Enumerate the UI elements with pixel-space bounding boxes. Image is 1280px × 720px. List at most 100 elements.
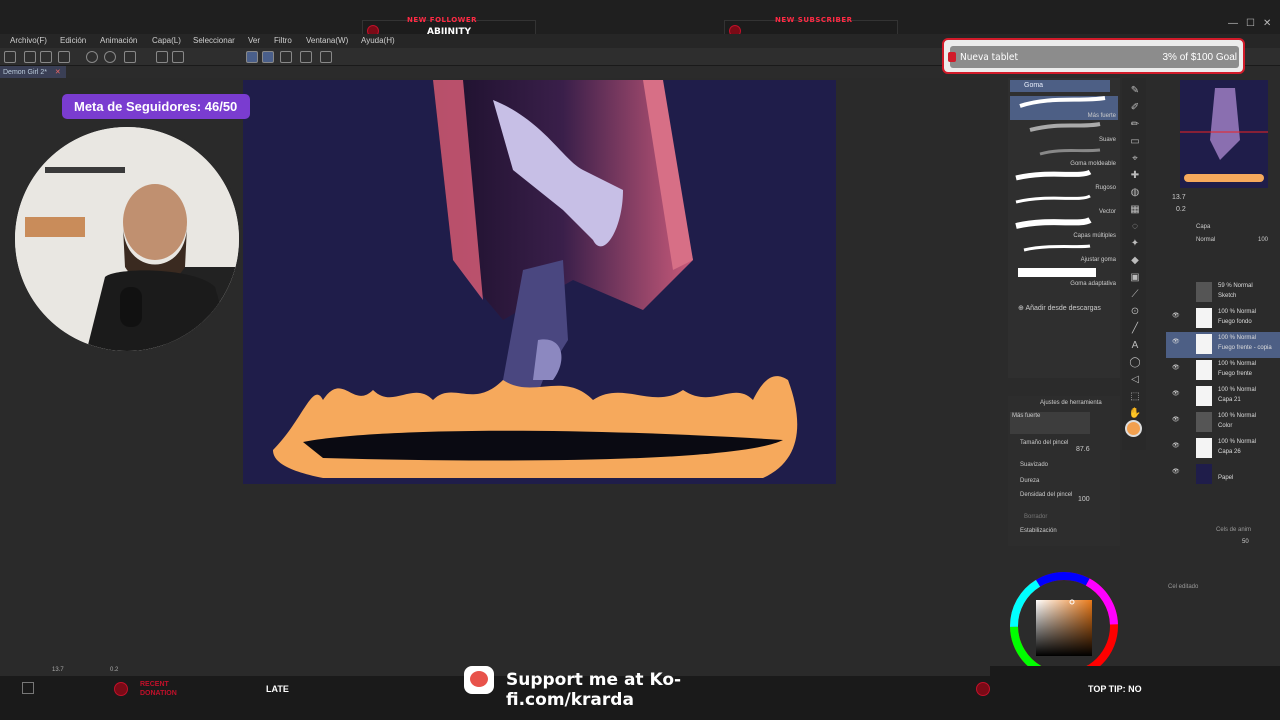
- layer-panel-header: Capa: [1196, 224, 1211, 230]
- folder-icon: [1196, 282, 1212, 302]
- redo-icon[interactable]: [104, 51, 116, 63]
- eye-icon[interactable]: 👁: [1172, 364, 1180, 371]
- transform-icon[interactable]: [172, 51, 184, 63]
- layer-row[interactable]: 59 % Normal Sketch: [1166, 280, 1280, 306]
- eye-icon[interactable]: 👁: [1172, 416, 1180, 423]
- eye-icon[interactable]: 👁: [1172, 390, 1180, 397]
- brush-item[interactable]: Vector: [1010, 192, 1118, 216]
- artwork-canvas[interactable]: [243, 80, 836, 484]
- brush-item[interactable]: Suave: [1010, 120, 1118, 144]
- layer-row[interactable]: 👁 100 % Normal Fuego fondo: [1166, 306, 1280, 332]
- status-zoom[interactable]: 13.7: [52, 667, 64, 673]
- webcam-feed: [15, 127, 239, 351]
- stabilization-label: Estabilización: [1020, 528, 1057, 534]
- density-value[interactable]: 100: [1078, 496, 1090, 503]
- undo-icon[interactable]: [86, 51, 98, 63]
- eye-icon[interactable]: 👁: [1172, 312, 1180, 319]
- layer-name: Capa 26: [1218, 449, 1241, 455]
- layer-row[interactable]: 👁 100 % Normal Capa 26: [1166, 436, 1280, 462]
- open-file-icon[interactable]: [24, 51, 36, 63]
- late-label: LATE: [266, 684, 289, 694]
- help-icon[interactable]: [320, 51, 332, 63]
- eye-icon[interactable]: 👁: [1172, 468, 1180, 475]
- brush-item[interactable]: Más fuerte: [1010, 96, 1118, 120]
- brush-label: Ajustar goma: [1080, 257, 1116, 263]
- brush-panel: Goma Más fuerte Suave Goma moldeable Rug…: [1008, 78, 1120, 378]
- brush-item[interactable]: Ajustar goma: [1010, 240, 1118, 264]
- menu-item-archivo[interactable]: Archivo(F): [10, 36, 47, 45]
- color-wheel-panel: [1008, 552, 1120, 680]
- brush-stroke-preview: [1039, 148, 1101, 156]
- ruler-icon[interactable]: [300, 51, 312, 63]
- animation-opacity[interactable]: 50: [1242, 539, 1249, 545]
- layer-blend: 100 % Normal: [1218, 335, 1257, 341]
- print-icon[interactable]: [58, 51, 70, 63]
- layer-name: Fuego fondo: [1218, 319, 1252, 325]
- menu-item-seleccionar[interactable]: Seleccionar: [193, 36, 235, 45]
- current-color-swatch[interactable]: [1125, 420, 1142, 437]
- brush-label: Goma adaptativa: [1070, 281, 1116, 287]
- title-bar: NEW FOLLOWER ABIINITY NEW SUBSCRIBER —☐✕: [0, 0, 1280, 42]
- brush-size-value[interactable]: 87.6: [1076, 446, 1090, 453]
- blend-mode-select[interactable]: Normal: [1196, 237, 1215, 243]
- layer-blend: 100 % Normal: [1218, 413, 1257, 419]
- layer-name: Capa 21: [1218, 397, 1241, 403]
- brush-stroke-preview: [1019, 96, 1106, 108]
- brush-group-header[interactable]: Goma: [1010, 80, 1110, 92]
- brush-icon[interactable]: [262, 51, 274, 63]
- brush-item[interactable]: Goma moldeable: [1010, 144, 1118, 168]
- layer-thumbnail: [1196, 334, 1212, 354]
- pen-icon[interactable]: [246, 51, 258, 63]
- layer-row[interactable]: 👁 100 % Normal Color: [1166, 410, 1280, 436]
- layer-row[interactable]: 👁 100 % Normal Fuego frente: [1166, 358, 1280, 384]
- layer-name: Papel: [1218, 475, 1234, 481]
- layer-row[interactable]: 👁 100 % Normal Capa 21: [1166, 384, 1280, 410]
- color-wheel[interactable]: [1008, 552, 1120, 680]
- folder-icon: [1196, 412, 1212, 432]
- document-tab[interactable]: Demon Girl 2* ✕: [0, 66, 66, 78]
- status-angle[interactable]: 0.2: [110, 667, 118, 673]
- navigator-angle[interactable]: 0.2: [1176, 206, 1186, 213]
- new-file-icon[interactable]: [4, 51, 16, 63]
- menu-item-edicion[interactable]: Edición: [60, 36, 86, 45]
- eye-icon[interactable]: 👁: [1172, 442, 1180, 449]
- settings-icon[interactable]: [124, 51, 136, 63]
- layer-row[interactable]: 👁 Papel: [1166, 462, 1280, 488]
- window-controls[interactable]: —☐✕: [1228, 18, 1279, 29]
- navigator-preview: [1180, 88, 1280, 182]
- brush-label: Goma moldeable: [1070, 161, 1116, 167]
- layer-opacity[interactable]: 100: [1258, 237, 1268, 243]
- kofi-text: Support me at Ko-fi.com/krarda: [506, 670, 682, 710]
- add-brush-button[interactable]: ⊕ Añadir desde descargas: [1018, 304, 1101, 312]
- close-icon[interactable]: ✕: [55, 69, 61, 76]
- tool-preset[interactable]: Más fuerte: [1010, 412, 1090, 434]
- layer-thumbnail: [1196, 386, 1212, 406]
- layer-name: Sketch: [1218, 293, 1237, 299]
- navigator-thumbnail[interactable]: [1180, 80, 1280, 188]
- panel-toggle-icon[interactable]: [22, 682, 34, 694]
- tool-icons[interactable]: ✎✐✏▭⌖✚◍▦◌✦◆▣⟋⊙╱A◯◁⬚✋⁄: [1128, 82, 1142, 439]
- eye-icon[interactable]: 👁: [1172, 338, 1180, 345]
- recent-donation-label: RECENT DONATION: [140, 681, 177, 697]
- menu-item-ventana[interactable]: Ventana(W): [306, 36, 348, 45]
- menu-item-animacion[interactable]: Animación: [100, 36, 137, 45]
- brush-item[interactable]: Rugoso: [1010, 168, 1118, 192]
- fill-icon[interactable]: [156, 51, 168, 63]
- hardness-label: Dureza: [1020, 478, 1040, 484]
- layer-row-selected[interactable]: 👁 100 % Normal Fuego frente - copia: [1166, 332, 1280, 358]
- edit-icon[interactable]: [280, 51, 292, 63]
- density-label: Densidad del pincel: [1020, 492, 1073, 498]
- brush-item[interactable]: Capas múltiples: [1010, 216, 1118, 240]
- save-icon[interactable]: [40, 51, 52, 63]
- top-tip-label: TOP TIP: NO: [1088, 684, 1142, 694]
- menu-item-ver[interactable]: Ver: [248, 36, 260, 45]
- navigator-zoom[interactable]: 13.7: [1172, 194, 1186, 201]
- kofi-banner[interactable]: Support me at Ko-fi.com/krarda: [464, 666, 784, 710]
- add-brush-label: Añadir desde descargas: [1025, 305, 1101, 312]
- menu-item-capa[interactable]: Capa(L): [152, 36, 181, 45]
- menu-item-filtro[interactable]: Filtro: [274, 36, 292, 45]
- menu-item-ayuda[interactable]: Ayuda(H): [361, 36, 395, 45]
- brush-item[interactable]: Goma adaptativa: [1010, 264, 1118, 288]
- brush-stroke-preview: [1015, 194, 1091, 204]
- brush-stroke-preview: [1023, 244, 1091, 252]
